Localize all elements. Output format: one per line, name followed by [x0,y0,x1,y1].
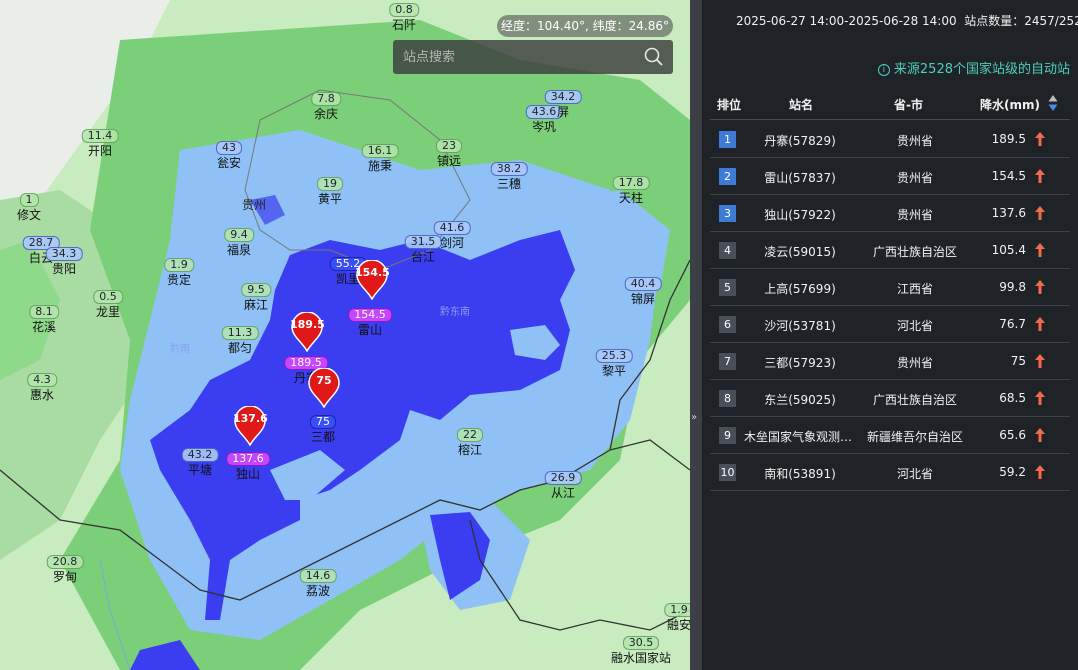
col-rank: 排位 [717,98,742,112]
table-row[interactable]: 10 南和(53891) 河北省 59.2 [710,454,1070,491]
pin-value: 154.5 [355,266,390,279]
rain-value: 154.5 [991,169,1026,183]
arrow-up-icon [1035,317,1045,331]
coordinate-readout: 经度：104.40°, 纬度：24.86° [497,15,673,37]
rain-marker-pin[interactable]: 189.5 [290,311,325,353]
rank-badge: 5 [719,279,736,296]
province: 河北省 [896,467,933,481]
arrow-up-icon [1035,354,1045,368]
table-row[interactable]: 2 雷山(57837) 贵州省 154.5 [710,158,1070,195]
arrow-up-icon [1035,169,1045,183]
rank-badge: 6 [719,316,736,333]
arrow-up-icon [1035,391,1045,405]
col-province: 省-市 [894,98,923,112]
table-row[interactable]: 1 丹寨(57829) 贵州省 189.5 [710,121,1070,158]
pin-value: 137.6 [233,412,268,425]
station-name: 木垒国家气象观测站(51477) [744,430,856,444]
rain-marker-pin[interactable]: 154.5 [355,259,390,301]
table-row[interactable]: 5 上高(57699) 江西省 99.8 [710,269,1070,306]
province: 贵州省 [896,134,933,148]
data-source: i 来源2528个国家站级的自动站 [877,58,1070,77]
info-icon: i [877,64,890,76]
rain-value: 68.5 [999,391,1026,405]
search-input[interactable] [393,40,633,74]
rain-value: 65.6 [999,428,1026,442]
rank-badge: 1 [719,131,736,148]
station-name: 雷山(57837) [764,171,836,185]
rain-value: 75 [1010,354,1026,368]
rank-badge: 9 [719,427,736,444]
region-label: 黔东南 [440,307,470,318]
province: 广西壮族自治区 [872,245,957,259]
province: 河北省 [896,319,933,333]
arrow-up-icon [1035,465,1045,479]
rank-badge: 10 [719,464,736,481]
station-name: 丹寨(57829) [764,134,836,148]
station-name: 南和(53891) [764,467,836,481]
table-header: 排位 站名 省-市 降水(mm) [710,94,1070,120]
rainfall-shading [0,0,690,670]
table-row[interactable]: 7 三都(57923) 贵州省 75 [710,343,1070,380]
rank-badge: 2 [719,168,736,185]
table-row[interactable]: 3 独山(57922) 贵州省 137.6 [710,195,1070,232]
rank-badge: 7 [719,353,736,370]
station-name: 独山(57922) [764,208,836,222]
arrow-up-icon [1035,428,1045,442]
arrow-up-icon [1035,280,1045,294]
province: 贵州省 [896,208,933,222]
panel-header: 2025-06-27 14:00-2025-06-28 14:00 站点数量：2… [736,12,1078,29]
station-name: 东兰(59025) [764,393,836,407]
time-range: 2025-06-27 14:00-2025-06-28 14:00 [736,14,957,28]
province: 贵州省 [896,356,933,370]
rain-value: 99.8 [999,280,1026,294]
rain-map[interactable]: 贵州 黔东南 黔南 0.8 石阡 7.8 余庆 11.4 开阳 43 瓮安 16.1 施秉 23 镇远… [0,0,690,670]
rank-badge: 8 [719,390,736,407]
arrow-up-icon [1035,132,1045,146]
rain-marker-pin[interactable]: 75 [307,367,341,409]
rank-badge: 3 [719,205,736,222]
table-row[interactable]: 8 东兰(59025) 广西壮族自治区 68.5 [710,380,1070,417]
pin-value: 189.5 [290,318,325,331]
province: 广西壮族自治区 [872,393,957,407]
rain-marker-pin[interactable]: 137.6 [233,405,268,447]
station-search[interactable] [393,40,673,74]
arrow-up-icon [1035,206,1045,220]
pin-value: 75 [316,374,332,387]
panel-toggle[interactable]: » [690,0,702,670]
rain-value: 105.4 [991,243,1026,257]
station-name: 凌云(59015) [764,245,836,259]
chevron-right-icon[interactable]: » [691,412,697,423]
search-icon[interactable] [643,46,665,68]
station-name: 三都(57923) [764,356,836,370]
sort-icon[interactable] [1048,94,1058,112]
province: 贵州省 [896,171,933,185]
region-label: 黔南 [170,344,190,355]
station-name: 上高(57699) [764,282,836,296]
rain-value: 189.5 [991,132,1026,146]
arrow-up-icon [1035,243,1045,257]
col-rain[interactable]: 降水(mm) [980,96,1040,113]
province: 新疆维吾尔自治区 [866,430,963,444]
table-row[interactable]: 4 凌云(59015) 广西壮族自治区 105.4 [710,232,1070,269]
province: 江西省 [896,282,933,296]
rain-value: 59.2 [999,465,1026,479]
rain-value: 137.6 [991,206,1026,220]
station-count: 站点数量：2457/2528 [964,14,1078,28]
ranking-panel: 2025-06-27 14:00-2025-06-28 14:00 站点数量：2… [702,0,1078,670]
province-label: 贵州 [242,198,267,212]
rain-value: 76.7 [999,317,1026,331]
col-station: 站名 [789,98,814,112]
table-row[interactable]: 9 木垒国家气象观测站(51477) 新疆维吾尔自治区 65.6 [710,417,1070,454]
source-text: 来源2528个国家站级的自动站 [893,62,1070,77]
rank-badge: 4 [719,242,736,259]
table-row[interactable]: 6 沙河(53781) 河北省 76.7 [710,306,1070,343]
station-name: 沙河(53781) [764,319,836,333]
